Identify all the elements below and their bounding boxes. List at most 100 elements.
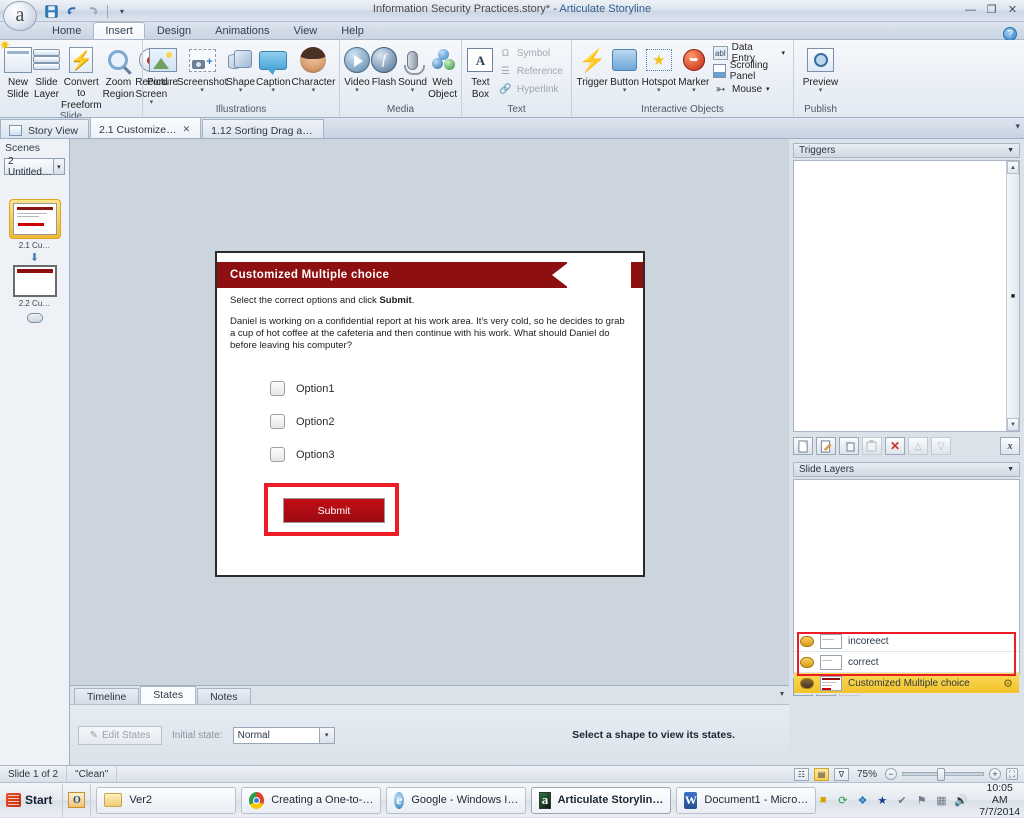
taskbar-item-chrome[interactable]: Creating a One-to-… bbox=[241, 787, 381, 814]
tab-help[interactable]: Help bbox=[329, 22, 376, 39]
usb-tray-icon[interactable]: ■ bbox=[816, 793, 830, 807]
copy-trigger-button[interactable] bbox=[839, 437, 859, 455]
help-icon[interactable]: ? bbox=[1003, 27, 1017, 41]
zoom-slider[interactable] bbox=[902, 772, 984, 776]
marker-button[interactable]: ➥ Marker ▾ bbox=[678, 42, 710, 94]
character-button[interactable]: Character ▾ bbox=[292, 42, 336, 94]
panel-view-button[interactable]: ▤ bbox=[814, 768, 829, 781]
taskbar-item-storyline[interactable]: a Articulate Storylin… bbox=[531, 787, 671, 814]
hotspot-button[interactable]: ★ Hotspot ▾ bbox=[641, 42, 677, 94]
edit-states-button[interactable]: ✎ Edit States bbox=[78, 726, 162, 745]
trigger-button[interactable]: ⚡ Trigger bbox=[576, 42, 608, 88]
new-trigger-button[interactable] bbox=[793, 437, 813, 455]
triggers-list[interactable]: ▲ ■ ▼ bbox=[793, 160, 1020, 432]
taskbar-item-ver2[interactable]: Ver2 bbox=[96, 787, 236, 814]
volume-tray-icon[interactable]: 🔊 bbox=[954, 793, 968, 807]
picture-button[interactable]: Picture bbox=[147, 42, 178, 88]
option-row[interactable]: Option2 bbox=[270, 405, 629, 438]
preview-caret-icon[interactable]: ▾ bbox=[819, 88, 823, 94]
restore-button[interactable]: ❐ bbox=[984, 2, 999, 17]
video-button[interactable]: Video ▾ bbox=[344, 42, 370, 94]
tab-view[interactable]: View bbox=[282, 22, 330, 39]
convert-freeform-button[interactable]: ⚡ Convert to Freeform bbox=[61, 42, 102, 111]
tab-design[interactable]: Design bbox=[145, 22, 203, 39]
symbol-button[interactable]: Ω Symbol bbox=[496, 45, 567, 61]
tab-customize-slide[interactable]: 2.1 Customize… ✕ bbox=[90, 117, 201, 138]
checkbox-icon[interactable] bbox=[270, 381, 285, 396]
fit-to-window-button[interactable]: ⛶ bbox=[1006, 768, 1018, 780]
office-orb-button[interactable]: a bbox=[3, 1, 37, 31]
scroll-up-icon[interactable]: ▲ bbox=[1007, 161, 1019, 174]
layer-row-base[interactable]: Customized Multiple choice ⚙ bbox=[794, 673, 1019, 694]
marker-caret-icon[interactable]: ▾ bbox=[692, 88, 696, 94]
slide-title-banner[interactable]: Customized Multiple choice bbox=[217, 262, 567, 288]
tab-story-view[interactable]: Story View bbox=[0, 119, 89, 138]
chevron-down-icon[interactable]: ▾ bbox=[53, 159, 64, 174]
flag-tray-icon[interactable]: ⚑ bbox=[915, 793, 929, 807]
network-tray-icon[interactable]: ▦ bbox=[935, 793, 949, 807]
screenshot-caret-icon[interactable]: ▾ bbox=[200, 88, 204, 94]
zoom-slider-handle[interactable] bbox=[937, 768, 945, 781]
chevron-down-icon[interactable]: ▼ bbox=[1007, 147, 1014, 154]
tab-home[interactable]: Home bbox=[40, 22, 93, 39]
checkbox-icon[interactable] bbox=[270, 447, 285, 462]
minimize-button[interactable]: — bbox=[963, 2, 978, 17]
checkbox-icon[interactable] bbox=[270, 414, 285, 429]
shield-tray-icon[interactable]: ✔ bbox=[895, 793, 909, 807]
hyperlink-button[interactable]: 🔗 Hyperlink bbox=[496, 81, 567, 97]
zoom-region-button[interactable]: Zoom Region bbox=[103, 42, 135, 100]
slide-canvas-area[interactable]: Customized Multiple choice Select the co… bbox=[70, 139, 789, 685]
option-row[interactable]: Option3 bbox=[270, 438, 629, 471]
shape-caret-icon[interactable]: ▾ bbox=[239, 88, 243, 94]
shape-button[interactable]: Shape ▾ bbox=[226, 42, 255, 94]
new-slide-button[interactable]: New Slide bbox=[4, 42, 32, 100]
chevron-down-icon[interactable]: ▾ bbox=[319, 728, 334, 743]
filter-view-button[interactable]: ∇ bbox=[834, 768, 849, 781]
text-box-button[interactable]: A Text Box bbox=[466, 42, 495, 100]
edit-trigger-button[interactable] bbox=[816, 437, 836, 455]
initial-state-dropdown[interactable]: Normal ▾ bbox=[233, 727, 335, 744]
paste-trigger-button[interactable] bbox=[862, 437, 882, 455]
sound-button[interactable]: Sound ▾ bbox=[398, 42, 427, 94]
option-row[interactable]: Option1 bbox=[270, 372, 629, 405]
tab-animations[interactable]: Animations bbox=[203, 22, 281, 39]
submit-button[interactable]: Submit bbox=[283, 498, 385, 523]
hotspot-caret-icon[interactable]: ▾ bbox=[657, 88, 661, 94]
triggers-panel-header[interactable]: Triggers ▼ bbox=[793, 143, 1020, 158]
slide-stage[interactable]: Customized Multiple choice Select the co… bbox=[215, 251, 645, 577]
preview-button[interactable]: Preview ▾ bbox=[798, 42, 843, 94]
video-caret-icon[interactable]: ▾ bbox=[355, 88, 359, 94]
flash-button[interactable]: f Flash bbox=[371, 42, 397, 88]
mouse-caret-icon[interactable]: ▾ bbox=[766, 85, 770, 93]
web-object-button[interactable]: Web Object bbox=[428, 42, 457, 100]
mouse-button[interactable]: ➳ Mouse ▾ bbox=[711, 81, 789, 97]
delete-trigger-button[interactable]: ✕ bbox=[885, 437, 905, 455]
star-tray-icon[interactable]: ★ bbox=[875, 793, 889, 807]
gear-icon[interactable]: ⚙ bbox=[1003, 677, 1013, 690]
taskbar-item-word[interactable]: W Document1 - Micro… bbox=[676, 787, 816, 814]
scene-thumbnail-item[interactable]: 2.2 Cu… bbox=[13, 265, 57, 308]
layer-row-incoreect[interactable]: incoreect bbox=[794, 631, 1019, 652]
scrolling-panel-button[interactable]: Scrolling Panel bbox=[711, 63, 789, 79]
tab-notes[interactable]: Notes bbox=[197, 688, 250, 704]
screenshot-button[interactable]: + Screenshot ▾ bbox=[179, 42, 225, 94]
tab-insert[interactable]: Insert bbox=[93, 22, 145, 39]
layer-row-correct[interactable]: correct bbox=[794, 652, 1019, 673]
slide-layers-list[interactable]: incoreect correct Customized Multiple ch… bbox=[793, 479, 1020, 674]
scroll-down-icon[interactable]: ▼ bbox=[1007, 418, 1019, 431]
slide-thumbnail[interactable] bbox=[13, 203, 57, 235]
antivirus-tray-icon[interactable]: ❖ bbox=[856, 793, 870, 807]
tab-sorting-drag[interactable]: 1.12 Sorting Drag a… bbox=[202, 119, 324, 138]
triggers-scrollbar[interactable]: ▲ ■ ▼ bbox=[1006, 161, 1019, 431]
tab-scroll-caret-icon[interactable]: ▾ bbox=[1015, 121, 1020, 132]
character-caret-icon[interactable]: ▾ bbox=[312, 88, 316, 94]
slide-layers-panel-header[interactable]: Slide Layers ▼ bbox=[793, 462, 1020, 477]
variables-button[interactable]: x bbox=[1000, 437, 1020, 455]
zoom-out-button[interactable]: − bbox=[885, 768, 897, 780]
layer-visibility-icon[interactable] bbox=[800, 636, 814, 647]
scene-selector-dropdown[interactable]: 2 Untitled… ▾ bbox=[4, 158, 65, 175]
tab-close-icon[interactable]: ✕ bbox=[183, 124, 191, 135]
layer-visibility-icon[interactable] bbox=[800, 678, 814, 689]
button-button[interactable]: Button ▾ bbox=[609, 42, 640, 94]
taskbar-item-ie[interactable]: e Google - Windows I… bbox=[386, 787, 526, 814]
